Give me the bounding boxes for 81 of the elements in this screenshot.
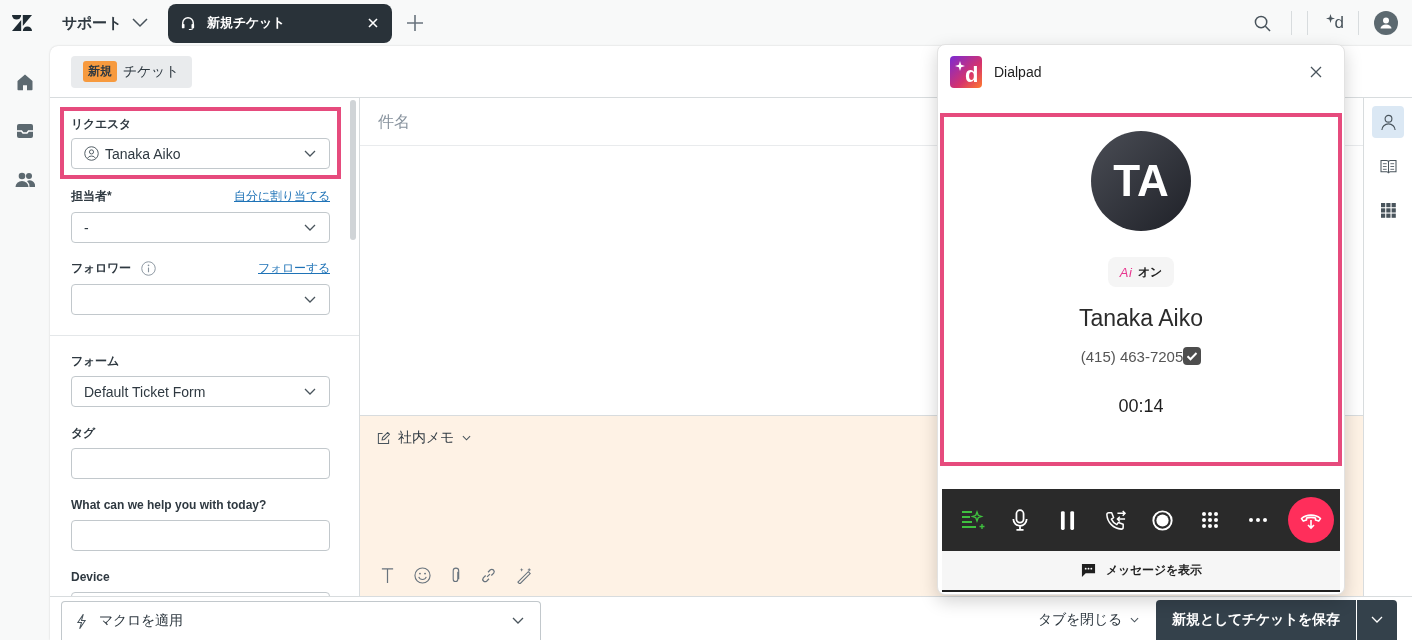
dialpad-button[interactable]: d xyxy=(1325,14,1344,32)
plus-icon[interactable] xyxy=(406,14,424,32)
inbox-icon[interactable] xyxy=(15,121,35,141)
customer-context-button[interactable] xyxy=(1372,106,1404,138)
chevron-down-icon xyxy=(304,149,316,158)
chevron-down-icon xyxy=(462,435,471,441)
input-field[interactable] xyxy=(71,448,330,479)
sparkle-icon xyxy=(955,61,965,71)
hang-up-button[interactable] xyxy=(1287,497,1334,543)
chevron-down-icon xyxy=(304,223,316,232)
more-icon xyxy=(1248,518,1267,522)
requester-dropdown[interactable]: Tanaka Aiko xyxy=(71,138,330,169)
magic-wand-icon[interactable] xyxy=(516,567,533,584)
search-icon[interactable] xyxy=(1253,14,1271,32)
subject-field[interactable]: 件名 xyxy=(360,112,678,131)
caller-avatar: TA xyxy=(1091,131,1191,231)
home-icon[interactable] xyxy=(15,72,35,92)
tab-label: 新規チケット xyxy=(207,14,286,32)
info-icon[interactable] xyxy=(141,260,156,276)
lightning-icon xyxy=(76,612,87,630)
product-menu[interactable]: サポート xyxy=(62,13,148,33)
edit-icon xyxy=(377,431,390,445)
paperclip-icon[interactable] xyxy=(450,567,461,584)
grid-icon xyxy=(1380,202,1396,218)
person-icon xyxy=(84,146,99,161)
submit-button[interactable]: 新規としてチケットを保存 xyxy=(1156,600,1356,640)
keypad-icon xyxy=(1202,512,1219,528)
assignee-dropdown[interactable]: - xyxy=(71,212,330,243)
phone-number: (415) 463-7205 xyxy=(1080,347,1184,365)
chevron-down-icon xyxy=(132,18,148,28)
sparkle-icon xyxy=(1325,14,1335,23)
book-icon xyxy=(1379,158,1397,174)
field-label: タグ xyxy=(71,425,97,441)
chevron-down-icon xyxy=(1371,616,1383,624)
dropdown-value: Default Ticket Form xyxy=(84,383,207,400)
ticket-tab[interactable]: 新規チケット xyxy=(168,3,392,43)
text-format-icon[interactable] xyxy=(380,567,395,584)
field-label: フォロワー xyxy=(71,260,131,276)
pause-icon xyxy=(1060,510,1076,530)
field-label: Device xyxy=(71,569,111,585)
close-tab-menu[interactable]: タブを閉じる xyxy=(1038,600,1139,640)
people-icon[interactable] xyxy=(14,170,36,190)
note-mode-menu[interactable]: 社内メモ xyxy=(377,430,471,446)
caller-name: Tanaka Aiko xyxy=(1079,304,1203,333)
headset-icon xyxy=(181,16,195,30)
ai-status: オン xyxy=(1138,263,1163,281)
user-avatar-icon[interactable] xyxy=(1374,11,1398,35)
input-field[interactable] xyxy=(71,520,330,551)
chevron-down-icon xyxy=(1130,617,1139,623)
assignee-value: - xyxy=(84,219,90,236)
link-icon[interactable] xyxy=(480,567,497,584)
follow-link[interactable]: フォローする xyxy=(258,259,330,277)
chevron-down-icon xyxy=(304,387,316,396)
ai-logo: Ai xyxy=(1119,264,1133,280)
emoji-icon[interactable] xyxy=(414,567,431,584)
requester-name: Tanaka Aiko xyxy=(105,145,182,162)
logo-icon[interactable] xyxy=(12,15,32,31)
person-icon xyxy=(1379,113,1397,131)
scrollbar-thumb[interactable] xyxy=(350,100,356,240)
field-label: What can we help you with today? xyxy=(71,497,268,513)
macro-menu[interactable]: マクロを適用 xyxy=(61,601,541,640)
close-icon[interactable] xyxy=(1310,66,1322,78)
chat-bubble-icon xyxy=(1080,563,1096,578)
field-label: フォーム xyxy=(71,353,120,369)
field-label: リクエスタ xyxy=(71,116,132,132)
microphone-icon xyxy=(1012,509,1029,531)
record-icon xyxy=(1152,509,1174,531)
show-messages-button[interactable]: メッセージを表示 xyxy=(942,551,1340,592)
assign-to-me-link[interactable]: 自分に割り当てる xyxy=(234,187,330,205)
status-badge: 新規 xyxy=(83,61,117,82)
form-dropdown[interactable]: Default Ticket Form xyxy=(71,376,330,407)
ai-status-badge[interactable]: Ai オン xyxy=(1107,257,1175,287)
panel-title: Dialpad xyxy=(994,64,1042,80)
call-timer: 00:14 xyxy=(1118,395,1164,418)
logo-letter: d xyxy=(965,64,979,86)
phone-transfer-icon xyxy=(1103,508,1127,532)
ticket-title: チケット xyxy=(123,62,179,81)
chevron-down-icon xyxy=(304,295,316,304)
chevron-down-icon xyxy=(512,617,524,625)
notes-sparkle-icon xyxy=(961,509,985,531)
field-label: 担当者* xyxy=(71,188,112,204)
